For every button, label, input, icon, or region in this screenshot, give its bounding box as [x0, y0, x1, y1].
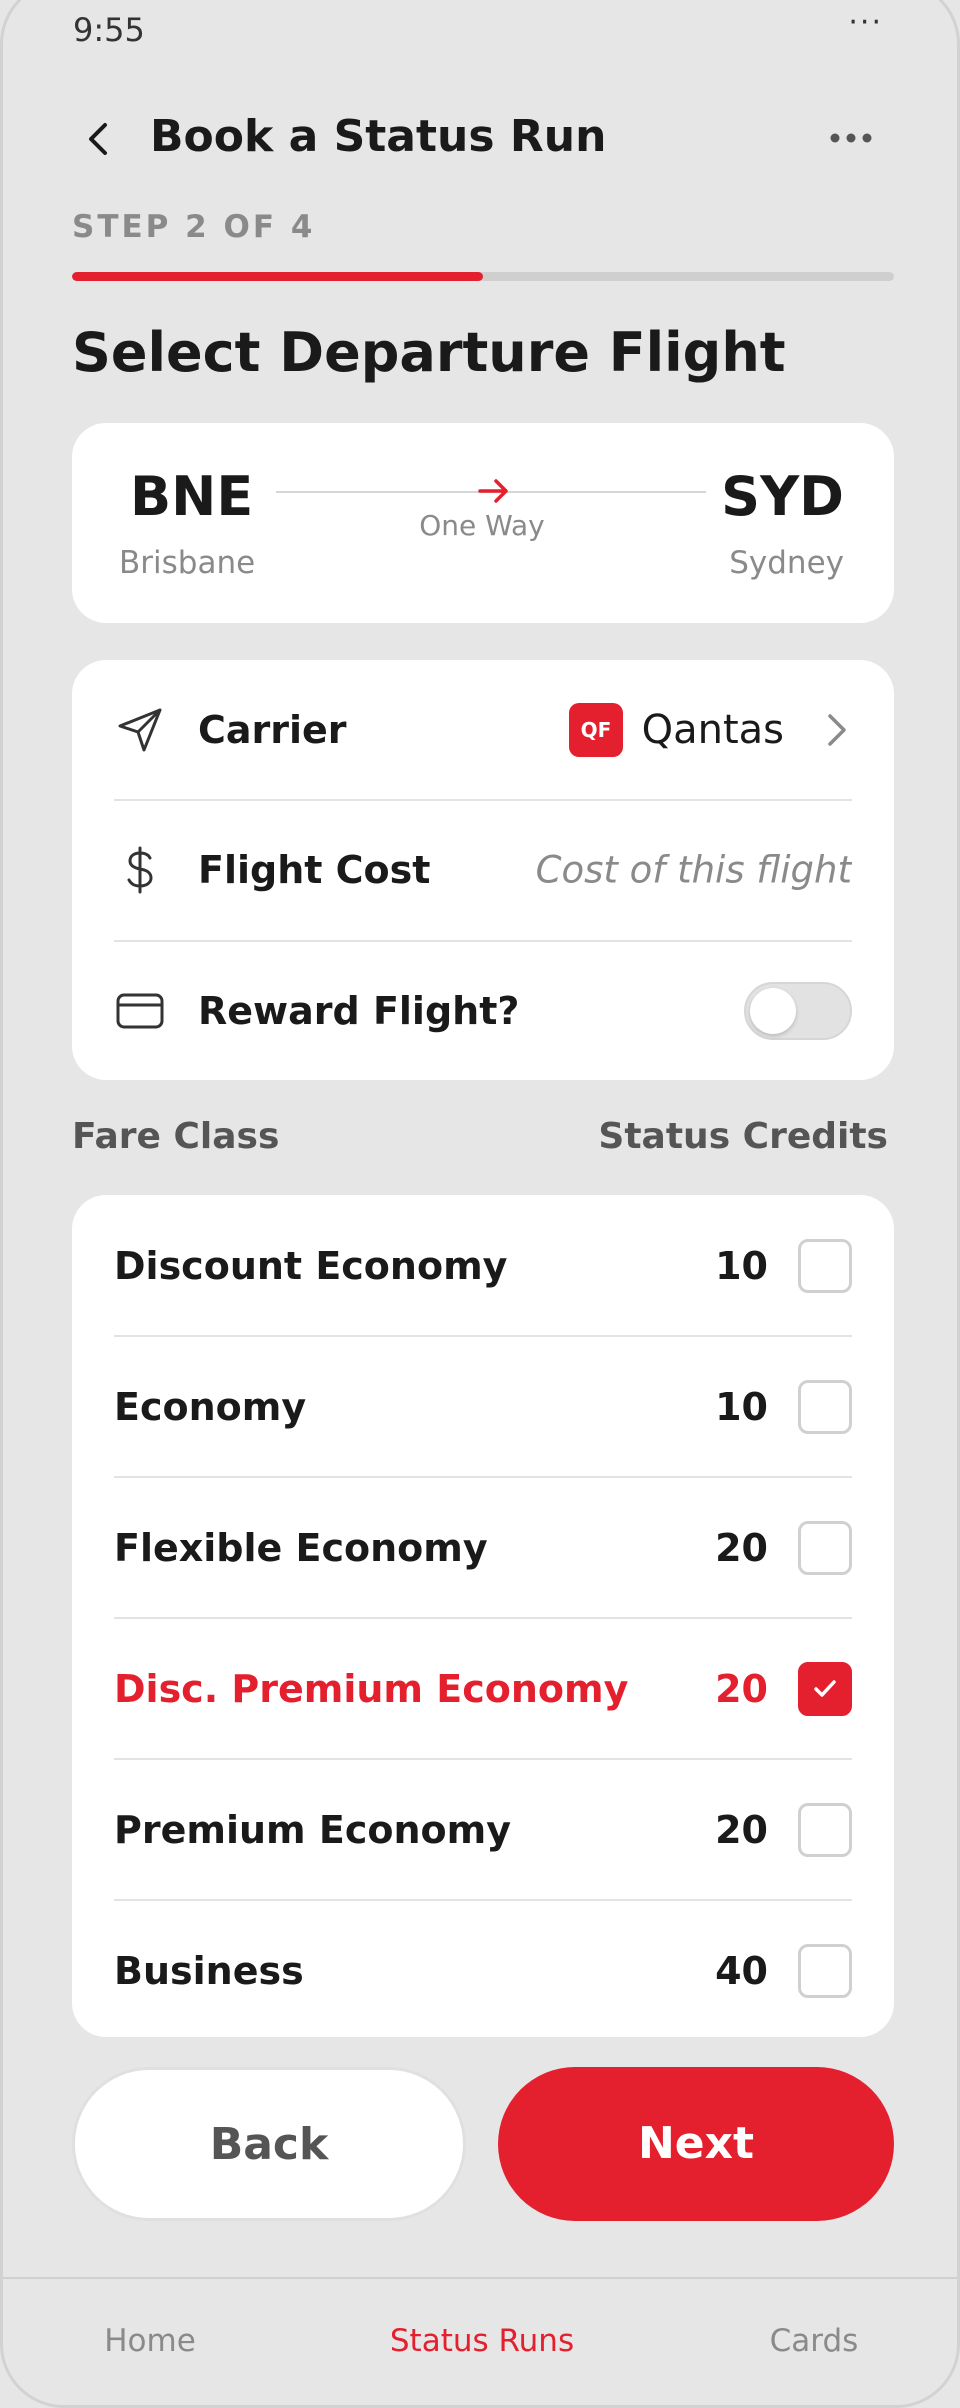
carrier-row[interactable]: Carrier QF Qantas — [72, 660, 894, 800]
carrier-value: Qantas — [641, 707, 784, 753]
status-credits-heading: Status Credits — [598, 1116, 888, 1157]
reward-flight-toggle[interactable] — [744, 982, 852, 1040]
fare-row[interactable]: Flexible Economy 20 — [72, 1477, 894, 1618]
nav-item[interactable]: Cards — [694, 2323, 934, 2359]
send-icon — [118, 708, 162, 752]
flight-cost-input[interactable] — [422, 848, 852, 892]
more-horizontal-icon[interactable] — [829, 131, 873, 145]
destination-code: SYD — [721, 465, 844, 528]
origin-code: BNE — [130, 465, 254, 528]
fare-row[interactable]: Economy 10 — [72, 1336, 894, 1477]
fare-credits: 20 — [715, 1807, 768, 1852]
next-button[interactable]: Next — [498, 2067, 894, 2221]
route-card: BNE Brisbane One Way SYD Sydney — [72, 423, 894, 623]
fare-row[interactable]: Discount Economy 10 — [72, 1195, 894, 1336]
flight-cost-row: Flight Cost — [72, 800, 894, 940]
origin-city: Brisbane — [119, 545, 256, 581]
reward-flight-label: Reward Flight? — [198, 989, 520, 1033]
header: Book a Status Run — [3, 103, 957, 173]
trip-type: One Way — [419, 509, 545, 542]
fare-credits: 20 — [715, 1525, 768, 1570]
fare-row[interactable]: Premium Economy 20 — [72, 1759, 894, 1900]
fare-name: Discount Economy — [114, 1243, 508, 1288]
fare-checkbox[interactable] — [798, 1943, 852, 1998]
step-progress-fill — [72, 272, 483, 281]
flight-cost-label: Flight Cost — [198, 848, 431, 892]
carrier-logo: QF — [569, 703, 623, 757]
fare-row[interactable]: Disc. Premium Economy 20 — [72, 1618, 894, 1759]
status-time: 9:55 — [73, 11, 145, 49]
carrier-label: Carrier — [198, 708, 347, 752]
fare-checkbox[interactable] — [798, 1802, 852, 1857]
page-title: Book a Status Run — [150, 111, 607, 162]
reward-flight-row: Reward Flight? — [72, 941, 894, 1081]
section-title: Select Departure Flight — [72, 321, 786, 384]
credit-card-icon — [116, 993, 164, 1029]
dollar-icon — [127, 846, 153, 894]
fare-name: Disc. Premium Economy — [114, 1666, 629, 1711]
status-bar: 9:55 ··· — [3, 0, 957, 53]
step-label: STEP 2 OF 4 — [72, 209, 316, 245]
phone-screen: 9:55 ··· Book a Status Run STEP 2 OF 4 S… — [0, 0, 960, 2408]
nav-item[interactable]: Home — [30, 2323, 270, 2359]
flight-details-card: Carrier QF Qantas Flight Cost Reward Fli… — [72, 660, 894, 1080]
fare-name: Premium Economy — [114, 1807, 511, 1852]
fare-class-list: Discount Economy 10 Economy 10 Flexible Econ… — [72, 1195, 894, 2037]
fare-checkbox[interactable] — [798, 1238, 852, 1293]
fare-name: Economy — [114, 1384, 307, 1429]
arrow-right-icon — [478, 479, 508, 503]
fare-checkbox[interactable] — [798, 1379, 852, 1434]
step-progress-bar — [72, 272, 894, 281]
nav-item[interactable]: Status Runs — [362, 2323, 602, 2359]
chevron-left-icon[interactable] — [79, 119, 119, 159]
toggle-knob — [750, 988, 796, 1034]
fare-name: Flexible Economy — [114, 1525, 488, 1570]
back-button[interactable]: Back — [72, 2067, 466, 2221]
check-icon — [814, 1679, 836, 1697]
chevron-right-icon — [828, 714, 846, 746]
fare-credits: 40 — [715, 1948, 768, 1993]
fare-name: Business — [114, 1948, 304, 1993]
fare-credits: 20 — [715, 1666, 768, 1711]
fare-row[interactable]: Business 40 — [72, 1900, 894, 2041]
fare-checkbox[interactable] — [798, 1520, 852, 1575]
status-overflow-icon: ··· — [848, 5, 883, 40]
fare-credits: 10 — [715, 1384, 768, 1429]
bottom-navigation: Home Status Runs Cards — [3, 2277, 957, 2405]
destination-city: Sydney — [729, 545, 844, 581]
fare-checkbox[interactable] — [798, 1661, 852, 1716]
fare-class-heading: Fare Class — [72, 1116, 280, 1157]
fare-credits: 10 — [715, 1243, 768, 1288]
